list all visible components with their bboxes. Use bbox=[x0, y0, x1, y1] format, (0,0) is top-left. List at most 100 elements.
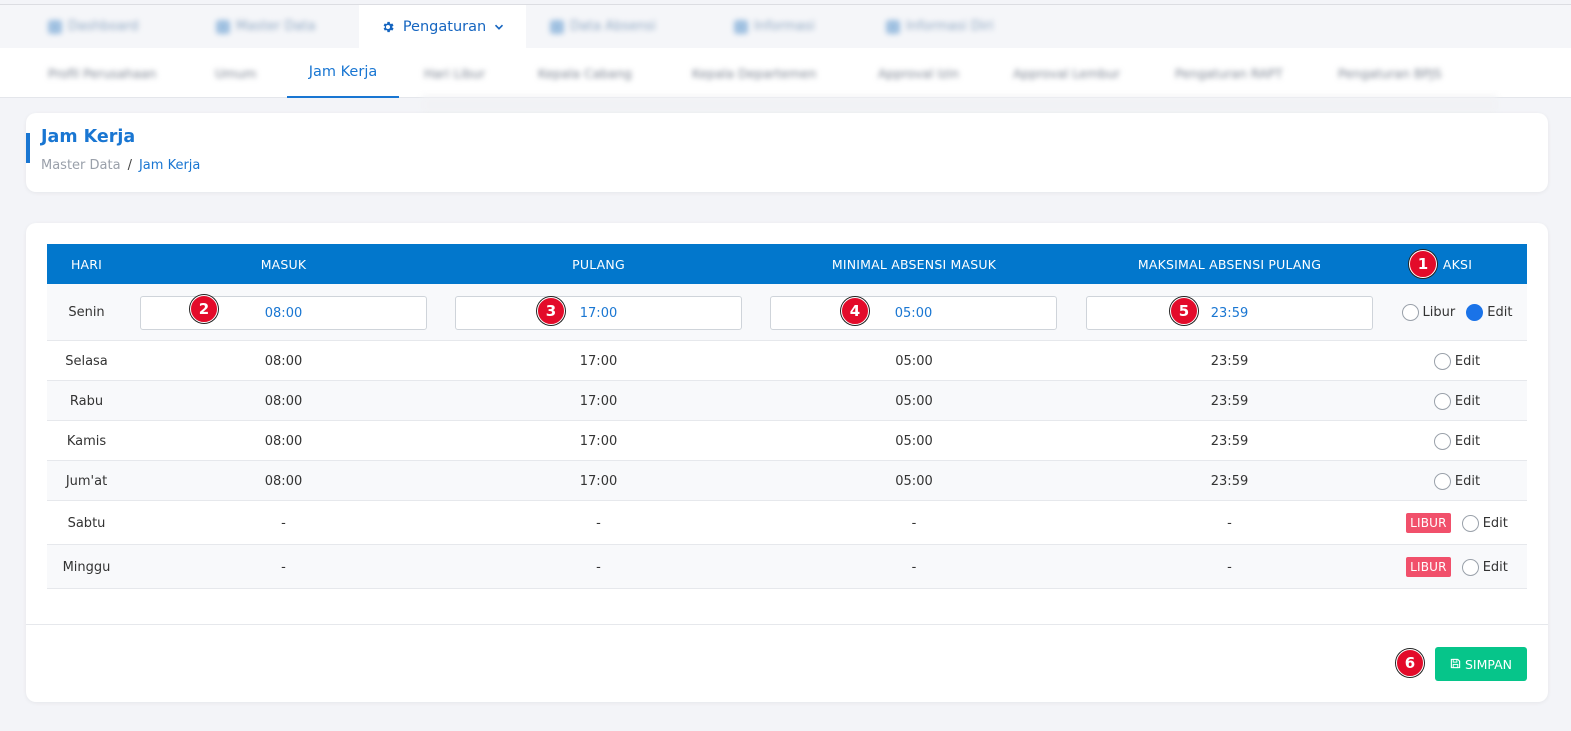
edit-radio[interactable] bbox=[1433, 472, 1451, 490]
aksi-cell: Edit bbox=[1387, 341, 1527, 381]
subnav-item-approval-lembur[interactable]: Approval Lembur bbox=[1013, 48, 1120, 98]
topnav-active-label: Pengaturan bbox=[402, 18, 487, 35]
masuk-value: 08:00 bbox=[264, 473, 303, 489]
column-minimal-absensi-masuk: MINIMAL ABSENSI MASUK bbox=[831, 256, 997, 272]
annotation-marker: 4 bbox=[841, 297, 869, 325]
masuk-value: 08:00 bbox=[264, 393, 303, 409]
page-header-card: Jam Kerja Master Data / Jam Kerja bbox=[26, 113, 1548, 192]
aksi-cell: LIBUR Edit bbox=[1387, 545, 1527, 589]
table-row: Selasa 08:00 17:00 05:00 23:59 Edit bbox=[47, 341, 1527, 381]
subnav-item-kepala-departemen[interactable]: Kepala Departemen bbox=[692, 48, 816, 98]
topnav-item-informasi[interactable]: Informasi bbox=[734, 5, 815, 48]
pulang-value: 17:00 bbox=[579, 473, 618, 489]
maksimal-pulang-time-input[interactable] bbox=[1086, 296, 1373, 330]
edit-radio[interactable] bbox=[1461, 558, 1479, 576]
edit-radio[interactable] bbox=[1433, 352, 1451, 370]
column-maksimal-absensi-pulang: MAKSIMAL ABSENSI PULANG bbox=[1137, 256, 1322, 272]
title-accent-bar bbox=[26, 133, 30, 163]
topnav-item-informasi-diri[interactable]: Informasi Diri bbox=[886, 5, 993, 48]
subnav-item-hari-libur[interactable]: Hari Libur bbox=[424, 48, 485, 98]
table-row: Kamis 08:00 17:00 05:00 23:59 Edit bbox=[47, 421, 1527, 461]
table-row: Minggu - - - - LIBUR Edit bbox=[47, 545, 1527, 589]
pulang-value: 17:00 bbox=[579, 353, 618, 369]
libur-label: Libur bbox=[1422, 305, 1456, 320]
subnav-item-pengaturan-bpjs[interactable]: Pengaturan BPJS bbox=[1338, 48, 1442, 98]
aksi-cell: LIBUR Edit bbox=[1387, 501, 1527, 545]
subnav-item-approval-izin[interactable]: Approval Izin bbox=[878, 48, 959, 98]
edit-label: Edit bbox=[1454, 433, 1481, 449]
table-header: HARI MASUK PULANG MINIMAL ABSENSI MASUK … bbox=[47, 244, 1527, 284]
maksimal-pulang-value: - bbox=[1227, 559, 1232, 575]
maksimal-pulang-value: 23:59 bbox=[1210, 433, 1249, 449]
subnav-item-umum[interactable]: Umum bbox=[215, 48, 256, 98]
subnav-item-profil-perusahaan[interactable]: Profil Perusahaan bbox=[48, 48, 156, 98]
minimal-masuk-time-input[interactable] bbox=[770, 296, 1057, 330]
home-icon bbox=[48, 19, 62, 34]
edit-radio-checked[interactable] bbox=[1466, 304, 1484, 321]
subnav-item-pengaturan-rapt[interactable]: Pengaturan RAPT bbox=[1175, 48, 1283, 98]
edit-radio[interactable] bbox=[1461, 514, 1479, 532]
topnav-item-pengaturan[interactable]: Pengaturan bbox=[359, 5, 526, 48]
edit-label: Edit bbox=[1454, 393, 1481, 409]
edit-option[interactable]: Edit bbox=[1433, 352, 1480, 370]
maksimal-pulang-value: 23:59 bbox=[1210, 473, 1249, 489]
masuk-value: 08:00 bbox=[264, 433, 303, 449]
libur-option[interactable]: Libur bbox=[1401, 304, 1456, 321]
maksimal-pulang-value: 23:59 bbox=[1210, 353, 1249, 369]
edit-radio[interactable] bbox=[1433, 432, 1451, 450]
chevron-down-icon bbox=[494, 22, 504, 32]
edit-label: Edit bbox=[1482, 515, 1508, 531]
aksi-cell: Edit bbox=[1387, 421, 1527, 461]
edit-radio[interactable] bbox=[1433, 392, 1451, 410]
column-masuk: MASUK bbox=[260, 256, 307, 272]
annotation-marker: 3 bbox=[537, 297, 565, 325]
day-label: Sabtu bbox=[67, 515, 106, 531]
libur-badge: LIBUR bbox=[1406, 513, 1451, 533]
edit-label: Edit bbox=[1454, 473, 1481, 489]
subnav-item-jam-kerja[interactable]: Jam Kerja bbox=[287, 48, 399, 98]
minimal-masuk-value: - bbox=[911, 515, 917, 531]
edit-option[interactable]: Edit bbox=[1433, 472, 1481, 490]
top-navigation: Dashboard Master Data Data Absensi Infor… bbox=[0, 5, 1571, 48]
card-footer-divider bbox=[26, 624, 1548, 625]
edit-option[interactable]: Edit bbox=[1433, 432, 1481, 450]
edit-option[interactable]: Edit bbox=[1466, 304, 1512, 321]
dropdown-shadow bbox=[422, 95, 1497, 115]
minimal-masuk-value: 05:00 bbox=[895, 393, 933, 409]
maksimal-pulang-value: 23:59 bbox=[1210, 393, 1249, 409]
subnav-item-kepala-cabang[interactable]: Kepala Cabang bbox=[538, 48, 632, 98]
minimal-masuk-value: 05:00 bbox=[895, 473, 933, 489]
masuk-value: 08:00 bbox=[264, 353, 303, 369]
gear-icon bbox=[381, 20, 395, 34]
day-label: Jum'at bbox=[65, 473, 108, 489]
topnav-item-master-data[interactable]: Master Data bbox=[216, 5, 316, 48]
column-hari: HARI bbox=[70, 256, 103, 272]
user-icon bbox=[886, 19, 900, 34]
breadcrumb-master-data[interactable]: Master Data bbox=[41, 158, 121, 173]
topnav-item-dashboard[interactable]: Dashboard bbox=[48, 5, 139, 48]
annotation-marker: 6 bbox=[1396, 649, 1424, 677]
pulang-value: - bbox=[596, 559, 601, 575]
edit-option[interactable]: Edit bbox=[1433, 392, 1481, 410]
table-row-senin: Senin Libur Edit bbox=[47, 284, 1527, 341]
masuk-time-input[interactable] bbox=[140, 296, 427, 330]
save-label: SIMPAN bbox=[1464, 656, 1513, 672]
libur-badge: LIBUR bbox=[1406, 557, 1451, 577]
edit-option[interactable]: Edit bbox=[1461, 514, 1508, 532]
breadcrumb: Master Data / Jam Kerja bbox=[41, 158, 200, 173]
annotation-marker: 2 bbox=[190, 295, 218, 323]
pulang-value: 17:00 bbox=[579, 433, 618, 449]
edit-option[interactable]: Edit bbox=[1461, 558, 1508, 576]
topnav-item-data-absensi[interactable]: Data Absensi bbox=[550, 5, 656, 48]
save-button[interactable]: SIMPAN bbox=[1435, 647, 1527, 681]
maksimal-pulang-value: - bbox=[1227, 515, 1232, 531]
column-pulang: PULANG bbox=[572, 256, 625, 272]
minimal-masuk-value: 05:00 bbox=[895, 353, 933, 369]
day-label: Kamis bbox=[66, 433, 107, 449]
day-label: Rabu bbox=[69, 393, 104, 409]
libur-radio[interactable] bbox=[1401, 304, 1419, 321]
annotation-marker: 5 bbox=[1170, 297, 1198, 325]
pulang-time-input[interactable] bbox=[455, 296, 742, 330]
aksi-cell: Edit bbox=[1387, 461, 1527, 501]
edit-label: Edit bbox=[1482, 559, 1508, 575]
